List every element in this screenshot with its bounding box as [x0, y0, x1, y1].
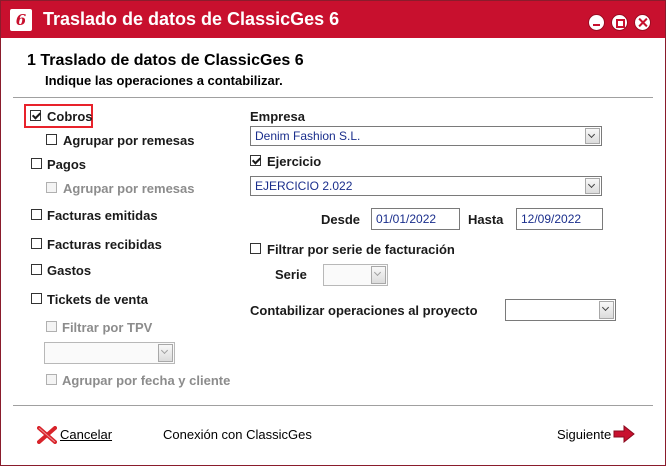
next-button-label[interactable]: Siguiente: [557, 427, 611, 442]
window-title: Traslado de datos de ClassicGes 6: [43, 9, 340, 29]
next-arrow-icon[interactable]: [613, 425, 635, 443]
desde-label: Desde: [321, 212, 361, 227]
desde-date-field[interactable]: 01/01/2022: [371, 208, 460, 230]
ejercicio-select[interactable]: EJERCICIO 2.022: [250, 176, 602, 196]
cancel-button-label[interactable]: Cancelar: [60, 427, 112, 442]
chevron-down-icon: [158, 344, 173, 362]
filtrar-serie-label[interactable]: Filtrar por serie de facturación: [267, 242, 455, 257]
gastos-checkbox[interactable]: [31, 264, 42, 275]
filtrar-tpv-checkbox: [46, 321, 57, 332]
chevron-down-icon[interactable]: [599, 301, 614, 319]
facturas-recibidas-label[interactable]: Facturas recibidas: [47, 237, 162, 252]
proyecto-label: Contabilizar operaciones al proyecto: [250, 303, 478, 318]
connection-button[interactable]: Conexión con ClassicGes: [163, 427, 312, 442]
cancel-button[interactable]: Cancelar: [60, 427, 112, 442]
step-title: 1 Traslado de datos de ClassicGes 6: [27, 52, 304, 70]
minimize-button[interactable]: [588, 14, 605, 31]
pagos-checkbox[interactable]: [31, 158, 42, 169]
dialog-window: 6 Traslado de datos de ClassicGes 6 1 Tr…: [0, 0, 666, 466]
header-divider: [13, 97, 653, 98]
pagos-agrupar-remesas-label: Agrupar por remesas: [63, 181, 195, 196]
close-button[interactable]: [634, 14, 651, 31]
cobros-checkbox[interactable]: [30, 110, 41, 121]
serie-select: [323, 264, 388, 286]
tickets-venta-label[interactable]: Tickets de venta: [47, 292, 148, 307]
empresa-select-value: Denim Fashion S.L.: [255, 129, 361, 143]
empresa-label: Empresa: [250, 109, 305, 124]
gastos-label[interactable]: Gastos: [47, 263, 91, 278]
title-bar[interactable]: 6 Traslado de datos de ClassicGes 6: [1, 1, 665, 38]
step-subtitle: Indique las operaciones a contabilizar.: [45, 73, 283, 88]
facturas-emitidas-label[interactable]: Facturas emitidas: [47, 208, 158, 223]
hasta-date-field[interactable]: 12/09/2022: [516, 208, 603, 230]
facturas-recibidas-checkbox[interactable]: [31, 238, 42, 249]
facturas-emitidas-checkbox[interactable]: [31, 209, 42, 220]
ejercicio-checkbox[interactable]: [250, 155, 261, 166]
tpv-select: [44, 342, 175, 364]
tickets-venta-checkbox[interactable]: [31, 293, 42, 304]
desde-date-value: 01/01/2022: [376, 212, 437, 226]
serie-label: Serie: [275, 267, 307, 282]
footer-divider: [13, 405, 653, 406]
cobros-agrupar-remesas-checkbox[interactable]: [46, 134, 57, 145]
app-logo-icon: 6: [10, 9, 32, 31]
filtrar-tpv-label: Filtrar por TPV: [62, 320, 153, 335]
empresa-select[interactable]: Denim Fashion S.L.: [250, 126, 602, 146]
cobros-label[interactable]: Cobros: [47, 109, 93, 124]
cobros-agrupar-remesas-label[interactable]: Agrupar por remesas: [63, 133, 195, 148]
next-button[interactable]: Siguiente: [557, 427, 611, 442]
hasta-label: Hasta: [468, 212, 504, 227]
pagos-agrupar-remesas-checkbox: [46, 182, 57, 193]
step-number: 1: [27, 52, 36, 69]
proyecto-select[interactable]: [505, 299, 616, 321]
cancel-x-icon[interactable]: [37, 426, 57, 444]
pagos-label[interactable]: Pagos: [47, 157, 86, 172]
ejercicio-select-value: EJERCICIO 2.022: [255, 179, 353, 193]
agrupar-fecha-cliente-label: Agrupar por fecha y cliente: [62, 373, 231, 388]
chevron-down-icon[interactable]: [585, 178, 600, 194]
agrupar-fecha-cliente-checkbox: [46, 374, 57, 385]
chevron-down-icon[interactable]: [585, 128, 600, 144]
connection-button-label[interactable]: Conexión con ClassicGes: [163, 427, 312, 442]
maximize-button[interactable]: [611, 14, 628, 31]
filtrar-serie-checkbox[interactable]: [250, 243, 261, 254]
ejercicio-label[interactable]: Ejercicio: [267, 154, 321, 169]
chevron-down-icon: [371, 266, 386, 284]
step-title-text: Traslado de datos de ClassicGes 6: [40, 52, 304, 69]
hasta-date-value: 12/09/2022: [521, 212, 582, 226]
